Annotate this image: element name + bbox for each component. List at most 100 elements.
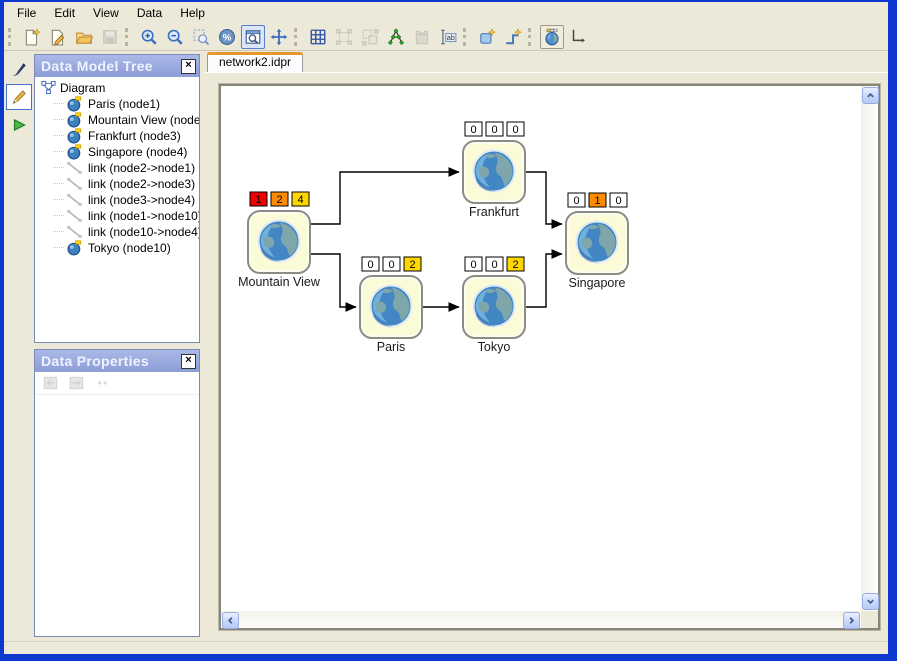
tree-item-link-node3-node4[interactable]: link (node3->node4) — [41, 192, 199, 208]
tree-item-diagram-root[interactable]: Diagram — [41, 80, 199, 96]
tree-item-link-node2-node3[interactable]: link (node2->node3) — [41, 176, 199, 192]
menu-edit[interactable]: Edit — [45, 4, 84, 22]
svg-text:1: 1 — [594, 195, 600, 207]
symbols-button — [410, 25, 434, 49]
dock-right-button — [66, 372, 88, 394]
diagram-node-singapore[interactable]: 010Singapore — [566, 193, 628, 290]
tree-item-link-node1-node10[interactable]: link (node1->node10) — [41, 208, 199, 224]
pencil-tool-button[interactable] — [6, 84, 32, 110]
svg-text:0: 0 — [388, 259, 394, 271]
diagram-node-paris[interactable]: 002Paris — [360, 257, 422, 354]
tree-connector — [53, 199, 64, 201]
diagram-icon — [41, 79, 56, 97]
scroll-right-button[interactable] — [843, 612, 860, 629]
zoom-area-button[interactable] — [189, 25, 213, 49]
new-node-button[interactable] — [475, 25, 499, 49]
globe-tool-button[interactable] — [540, 25, 564, 49]
pan-icon — [270, 28, 288, 46]
menu-view[interactable]: View — [84, 4, 128, 22]
zoom-percent-icon: % — [218, 28, 236, 46]
link-node10-node4[interactable] — [525, 254, 562, 307]
zoom-in-button[interactable] — [137, 25, 161, 49]
overview-button[interactable] — [241, 25, 265, 49]
menu-file[interactable]: File — [8, 4, 45, 22]
status-bar — [4, 641, 888, 654]
tab-network2-idpr[interactable]: network2.idpr — [207, 52, 303, 72]
left-panel-column: Data Model Tree × DiagramParis (node1)Mo… — [34, 51, 200, 641]
zoom-percent-button[interactable]: % — [215, 25, 239, 49]
node-label: Paris — [377, 340, 405, 354]
document-tab-panel: 124Mountain View000Frankfurt002Paris002T… — [205, 72, 888, 630]
svg-text:2: 2 — [512, 259, 518, 271]
tree-item-label: link (node10->node4) — [88, 225, 199, 239]
tree-item-tokyo-node10[interactable]: Tokyo (node10) — [41, 240, 199, 256]
menu-data[interactable]: Data — [128, 4, 171, 22]
tree-item-label: link (node1->node10) — [88, 209, 199, 223]
svg-text:0: 0 — [573, 195, 579, 207]
chevron-down-icon — [866, 597, 875, 606]
tree-item-singapore-node4[interactable]: Singapore (node4) — [41, 144, 199, 160]
more-dots-button — [92, 372, 114, 394]
grid-button[interactable] — [306, 25, 330, 49]
svg-text:0: 0 — [615, 195, 621, 207]
tree-connector — [53, 151, 64, 153]
tree-item-mountain-view-node2[interactable]: Mountain View (node2) — [41, 112, 199, 128]
brush-tool-button[interactable] — [6, 56, 32, 82]
ungroup-button — [358, 25, 382, 49]
diagram-canvas[interactable]: 124Mountain View000Frankfurt002Paris002T… — [221, 86, 861, 611]
node-icon — [66, 239, 84, 257]
new-document-button[interactable] — [20, 25, 44, 49]
data-properties-body — [35, 395, 199, 636]
link-node2-node3[interactable] — [310, 172, 459, 224]
data-model-tree-close-button[interactable]: × — [181, 59, 196, 74]
scroll-left-button[interactable] — [222, 612, 239, 629]
tree-connector — [53, 135, 64, 137]
horizontal-scrollbar[interactable] — [221, 611, 861, 628]
svg-text:1: 1 — [255, 194, 261, 206]
scroll-up-button[interactable] — [862, 87, 879, 104]
tree-item-label: link (node2->node1) — [88, 161, 195, 175]
node-label: Mountain View — [238, 275, 321, 289]
svg-text:2: 2 — [276, 194, 282, 206]
menu-help[interactable]: Help — [171, 4, 214, 22]
tree-item-link-node10-node4[interactable]: link (node10->node4) — [41, 224, 199, 240]
tree-connector — [53, 247, 64, 249]
link-node3-node4[interactable] — [525, 172, 562, 224]
new-node-icon — [478, 28, 496, 46]
zoom-out-icon — [166, 28, 184, 46]
label-icon: ab — [439, 28, 457, 46]
tree-item-paris-node1[interactable]: Paris (node1) — [41, 96, 199, 112]
diagram-canvas-frame: 124Mountain View000Frankfurt002Paris002T… — [219, 84, 880, 630]
toolbar-grip — [125, 28, 131, 46]
diagram-node-frankfurt[interactable]: 000Frankfurt — [463, 122, 525, 219]
edit-wizard-icon — [49, 28, 67, 46]
tree-connector — [53, 167, 64, 169]
tree-layout-button[interactable] — [384, 25, 408, 49]
dock-left-icon — [42, 374, 60, 392]
data-properties-close-button[interactable]: × — [181, 354, 196, 369]
chevron-right-icon — [847, 616, 856, 625]
content-area: Data Model Tree × DiagramParis (node1)Mo… — [4, 51, 888, 641]
group-button — [332, 25, 356, 49]
tree-connector — [53, 215, 64, 217]
diagram-node-mountain-view[interactable]: 124Mountain View — [238, 192, 321, 289]
open-folder-button[interactable] — [72, 25, 96, 49]
zoom-out-button[interactable] — [163, 25, 187, 49]
diagram-node-tokyo[interactable]: 002Tokyo — [463, 257, 525, 354]
data-model-tree-panel: Data Model Tree × DiagramParis (node1)Mo… — [34, 54, 200, 343]
tree-item-link-node2-node1[interactable]: link (node2->node1) — [41, 160, 199, 176]
scrollbar-corner — [861, 611, 878, 628]
tree-item-label: link (node3->node4) — [88, 193, 195, 207]
vertical-scrollbar[interactable] — [861, 86, 878, 611]
pencil-icon — [10, 88, 28, 106]
label-button[interactable]: ab — [436, 25, 460, 49]
tree-item-frankfurt-node3[interactable]: Frankfurt (node3) — [41, 128, 199, 144]
elbow-link-button[interactable] — [566, 25, 590, 49]
overview-icon — [244, 28, 262, 46]
pan-button[interactable] — [267, 25, 291, 49]
document-tab-bar: network2.idpr — [205, 51, 888, 72]
new-link-button[interactable] — [501, 25, 525, 49]
run-tool-button[interactable] — [6, 112, 32, 138]
scroll-down-button[interactable] — [862, 593, 879, 610]
edit-wizard-button[interactable] — [46, 25, 70, 49]
